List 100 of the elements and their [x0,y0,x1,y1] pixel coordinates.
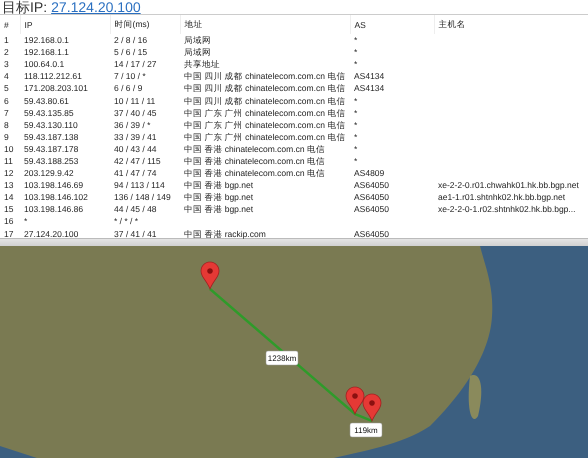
table-cell: 局域网 [184,35,211,46]
table-cell: 中国 香港 chinatelecom.com.cn 电信 [184,144,325,154]
table-cell: xe-2-2-0-1.r02.shtnhk02.hk.bb.bgp... [438,204,576,214]
table-cell: AS4134 [354,83,384,94]
table-cell: 42 / 47 / 115 [114,156,161,166]
table-cell: 中国 香港 rackip.com [184,228,266,239]
table-cell: 中国 四川 成都 chinatelecom.com.cn 电信 [184,96,346,106]
table-cell: 12 [4,168,14,178]
table-cell: 59.43.187.178 [24,144,78,154]
table-cell: 59.43.135.85 [24,108,74,118]
table-cell: 103.198.146.69 [24,180,84,190]
table-cell: 中国 香港 bgp.net [184,204,254,214]
table-cell: 9 [4,132,9,142]
table-cell: 2 / 8 / 16 [114,35,148,46]
table-cell: 11 [4,156,13,166]
column-header[interactable]: # [0,15,20,34]
table-cell: 41 / 47 / 74 [114,168,157,178]
table-cell: 27.124.20.100 [24,228,78,239]
column-header[interactable]: IP [20,15,110,34]
table-cell: * [354,47,358,58]
table-cell: 中国 四川 成都 chinatelecom.com.cn 电信 [184,83,346,94]
table-cell: 5 / 6 / 15 [114,47,148,58]
table-cell: 中国 广东 广州 chinatelecom.com.cn 电信 [184,120,346,130]
table-cell: 36 / 39 / * [114,120,150,130]
table-cell: * [354,35,358,46]
table-cell: 5 [4,83,9,94]
table-cell: 10 [4,144,14,154]
distance-label: 1238km [266,350,298,366]
target-ip-link[interactable]: 27.124.20.100 [51,0,141,14]
table-cell: 3 [4,59,9,70]
table-cell: AS64050 [354,180,389,190]
column-header[interactable]: AS [350,15,434,34]
table-cell: 103.198.146.86 [24,204,84,214]
table-cell: 13 [4,180,14,190]
table-cell: 14 [4,192,14,202]
table-cell: AS4134 [354,71,384,82]
table-cell: 1 [4,35,9,46]
table-cell: 局域网 [184,47,211,58]
table-cell: 118.112.212.61 [24,71,82,82]
table-cell: 中国 香港 chinatelecom.com.cn 电信 [184,168,325,178]
table-cell: * [354,156,358,166]
table-cell: * [354,59,358,70]
column-header[interactable]: 主机名 [434,15,588,34]
table-cell: 37 / 40 / 45 [114,108,157,118]
map-pin-icon[interactable] [346,386,364,414]
table-cell: 中国 广东 广州 chinatelecom.com.cn 电信 [184,132,346,142]
table-cell: * / * / * [114,216,138,226]
table-cell: AS64050 [354,204,389,214]
table-cell: 4 [4,71,9,82]
map-pin-icon[interactable] [200,262,220,290]
table-cell: * [354,96,358,106]
table-cell: 33 / 39 / 41 [114,132,157,142]
table-cell: 共享地址 [184,59,220,70]
table-cell: 6 / 6 / 9 [114,83,142,94]
table-cell: 59.43.187.138 [24,132,78,142]
table-cell: 192.168.0.1 [24,35,69,46]
table-cell: * [354,144,358,154]
target-label: 目标IP: [2,0,48,14]
table-cell: 中国 香港 bgp.net [184,180,254,190]
table-cell: 7 / 10 / * [114,71,146,82]
table-cell: 6 [4,96,9,106]
table-cell: 103.198.146.102 [24,192,88,202]
table-cell: 59.43.130.110 [24,120,78,130]
table-cell: 8 [4,120,9,130]
table-cell: 17 [4,228,14,239]
table-cell: * [354,108,358,118]
table-cell: 中国 广东 广州 chinatelecom.com.cn 电信 [184,108,346,118]
table-cell: 中国 香港 bgp.net [184,192,254,202]
table-cell: * [354,132,358,142]
column-header[interactable]: 地址 [180,15,350,34]
table-cell: 15 [4,204,14,214]
table-cell: AS64050 [354,192,389,202]
table-cell: 59.43.80.61 [24,96,69,106]
table-cell: * [354,120,358,130]
table-cell: 10 / 11 / 11 [114,96,156,106]
island-shape [468,375,482,419]
table-cell: 44 / 45 / 48 [114,204,157,214]
distance-label: 119km [350,422,382,438]
table-cell: 7 [4,108,9,118]
table-cell: xe-2-2-0.r01.chwahk01.hk.bb.bgp.net [438,180,579,190]
table-cell: 203.129.9.42 [24,168,74,178]
table-cell: 171.208.203.101 [24,83,88,94]
table-cell: 136 / 148 / 149 [114,192,171,202]
table-cell: 94 / 113 / 114 [114,180,165,190]
table-cell: 16 [4,216,14,226]
table-cell: AS4809 [354,168,384,178]
table-cell: 192.168.1.1 [24,47,69,58]
table-cell: * [24,216,28,226]
table-cell: 中国 四川 成都 chinatelecom.com.cn 电信 [184,71,346,82]
table-cell: 中国 香港 chinatelecom.com.cn 电信 [184,156,325,166]
map-pin-icon[interactable] [362,394,382,422]
table-cell: 37 / 41 / 41 [114,228,157,239]
table-cell: 40 / 43 / 44 [114,144,157,154]
table-cell: ae1-1.r01.shtnhk02.hk.bb.bgp.net [438,192,566,202]
table-cell: AS64050 [354,228,389,239]
table-cell: 100.64.0.1 [24,59,64,70]
column-header[interactable]: 时间(ms) [110,15,180,34]
table-cell: 14 / 17 / 27 [114,59,157,70]
table-cell: 59.43.188.253 [24,156,78,166]
table-cell: 2 [4,47,9,58]
